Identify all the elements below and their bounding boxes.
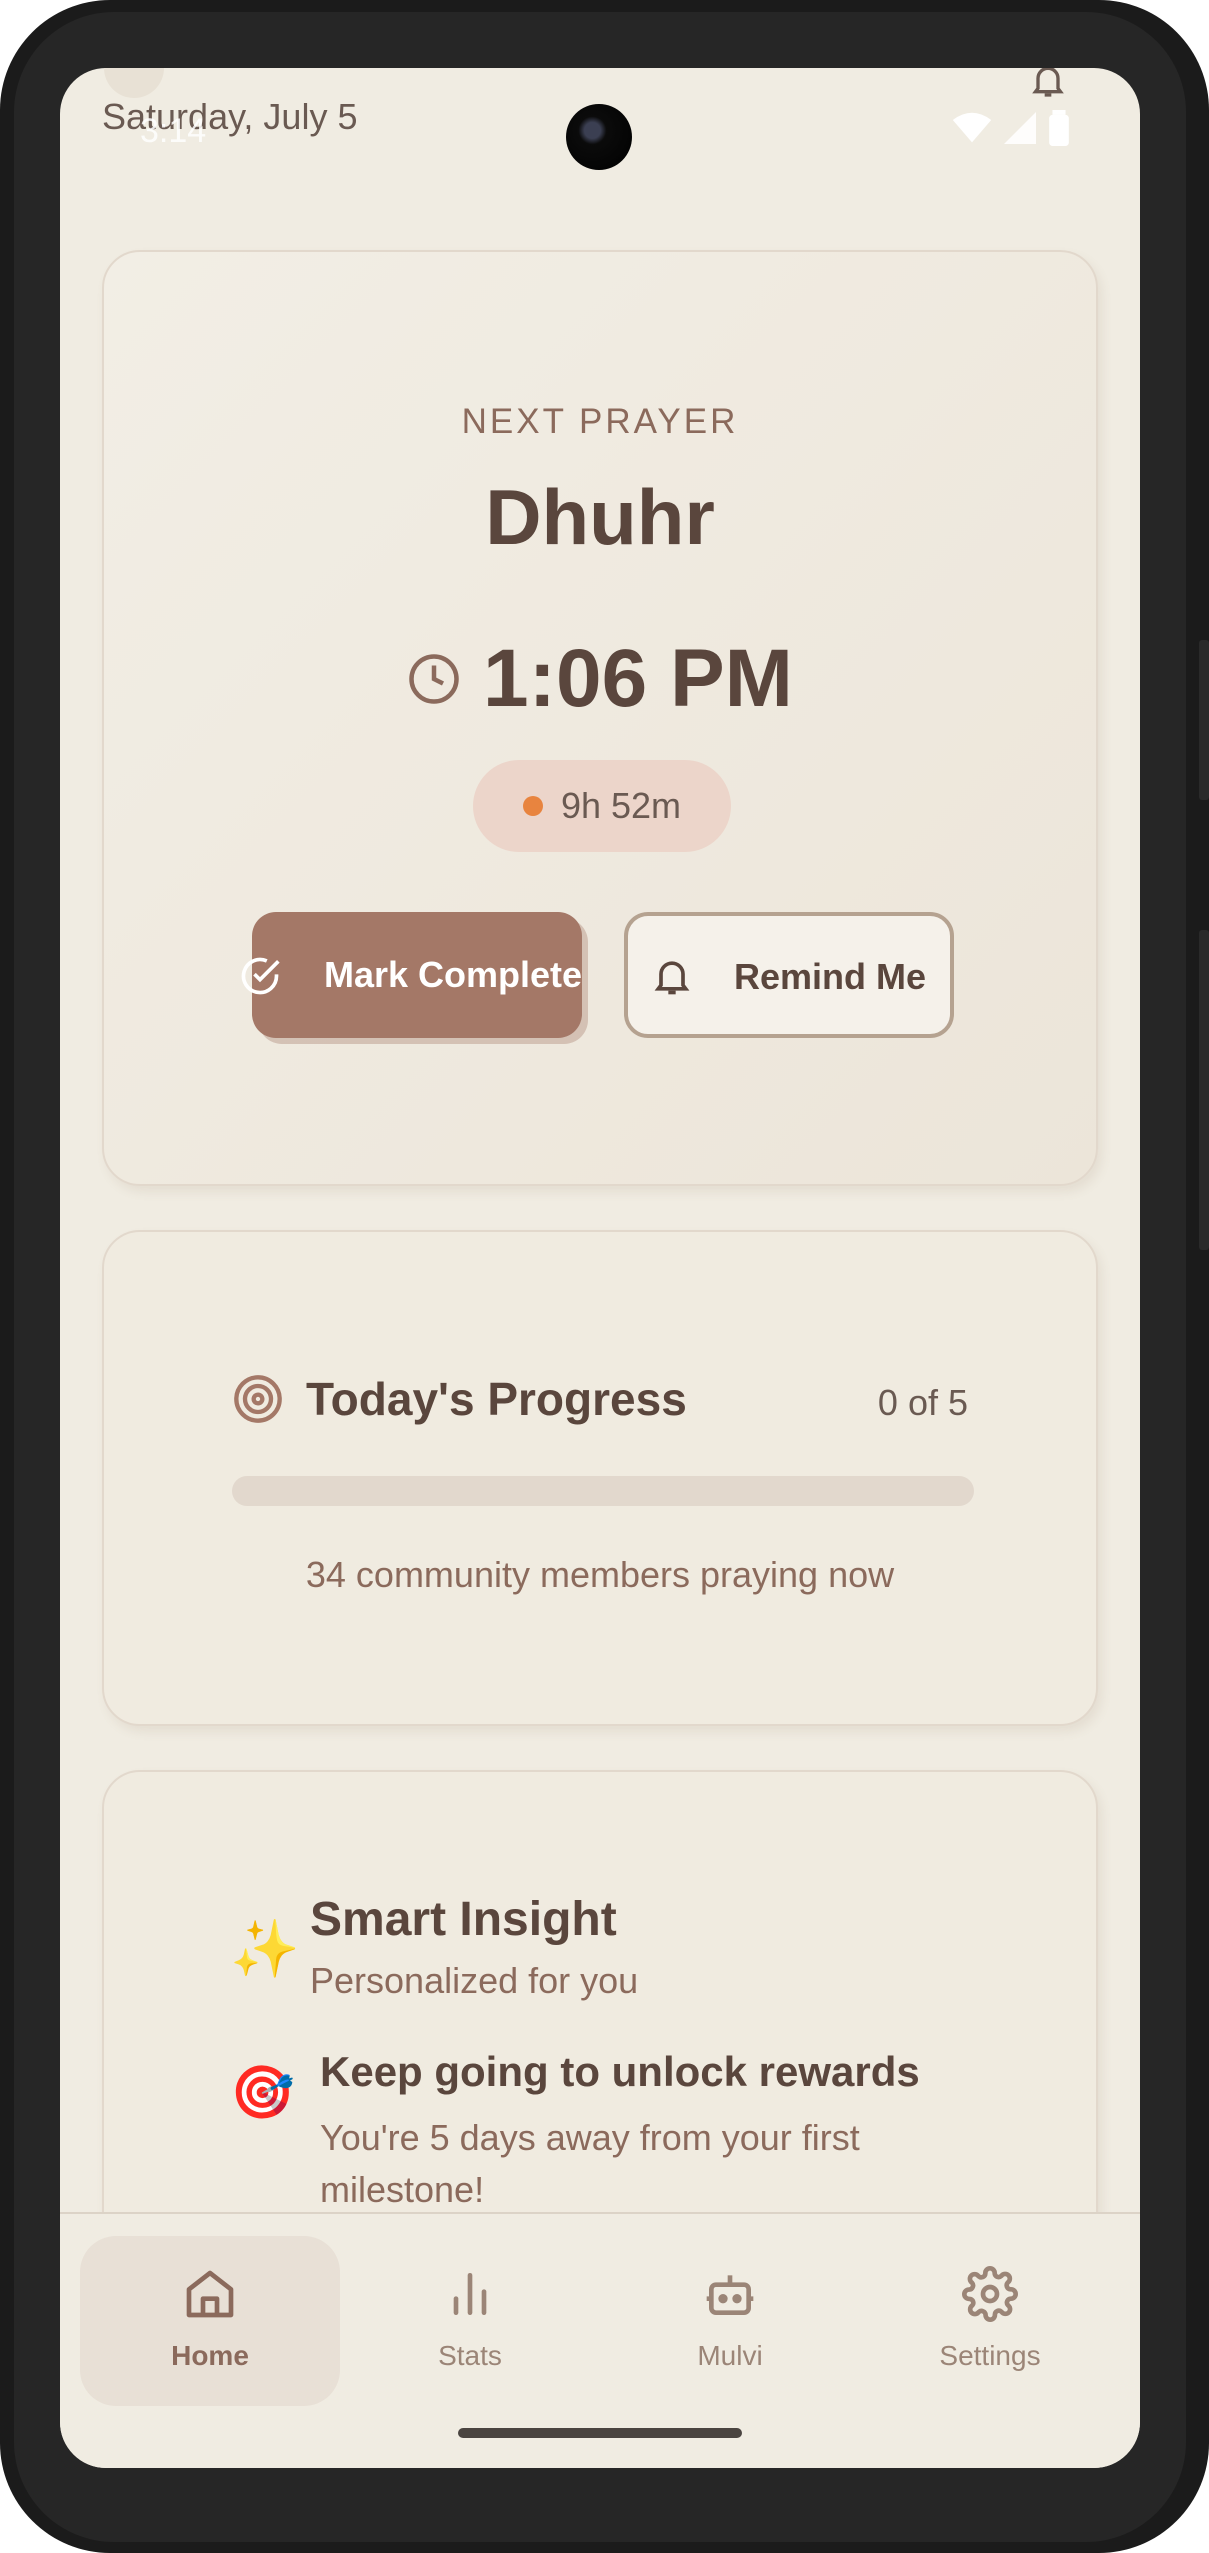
insight-subtitle: Personalized for you xyxy=(310,1960,639,2001)
progress-header: Today's Progress xyxy=(232,1372,687,1426)
wifi-icon xyxy=(952,112,992,143)
nav-item-stats[interactable]: Stats xyxy=(340,2236,600,2406)
gear-icon xyxy=(962,2266,1018,2322)
target-icon xyxy=(234,1375,282,1423)
progress-card: Today's Progress 0 of 5 34 community mem… xyxy=(102,1230,1098,1726)
camera-cutout xyxy=(566,104,632,170)
mark-complete-button[interactable]: Mark Complete xyxy=(241,912,583,1038)
tip-body: You're 5 days away from your first miles… xyxy=(320,2117,860,2210)
battery-icon xyxy=(1049,110,1069,146)
countdown-badge: 9h 52m xyxy=(473,760,731,852)
power-button xyxy=(1199,640,1209,800)
progress-title: Today's Progress xyxy=(306,1373,687,1425)
status-dot xyxy=(522,796,543,816)
avatar[interactable] xyxy=(104,68,164,98)
nav-item-settings[interactable]: Settings xyxy=(860,2236,1120,2406)
tip-title: Keep going to unlock rewards xyxy=(320,2048,920,2095)
nav-label-stats: Stats xyxy=(438,2340,502,2371)
insight-title: Smart Insight xyxy=(310,1893,617,1946)
remind-me-button[interactable]: Remind Me xyxy=(624,912,954,1038)
nav-item-home[interactable]: Home xyxy=(80,2236,340,2406)
prayer-name: Dhuhr xyxy=(485,473,715,561)
phone-frame: Saturday, July 5 3:14 NEXT PRAYER Dhuhr … xyxy=(0,0,1209,2553)
volume-button xyxy=(1199,930,1209,1250)
prayer-time-row: 1:06 PM xyxy=(104,632,1096,726)
notification-bell-icon[interactable] xyxy=(1028,68,1068,100)
next-prayer-card: NEXT PRAYER Dhuhr 1:06 PM 9h 52m Mark Co… xyxy=(102,250,1098,1186)
nav-label-mulvi: Mulvi xyxy=(697,2340,763,2371)
community-text: 34 community members praying now xyxy=(305,1554,895,1595)
robot-icon xyxy=(706,2275,754,2315)
clock-icon xyxy=(409,654,459,704)
home-indicator[interactable] xyxy=(458,2428,742,2438)
bullseye-icon: 🎯 xyxy=(230,2064,295,2122)
screen: Saturday, July 5 3:14 NEXT PRAYER Dhuhr … xyxy=(60,68,1140,2468)
countdown-text: 9h 52m xyxy=(560,785,682,826)
check-circle-icon xyxy=(241,957,280,995)
status-time: 3:14 xyxy=(140,112,207,150)
bell-icon xyxy=(654,961,690,995)
remind-me-label: Remind Me xyxy=(734,956,927,997)
sparkles-icon: ✨ xyxy=(230,1917,300,1980)
signal-icon xyxy=(1004,112,1036,144)
next-prayer-label: NEXT PRAYER xyxy=(461,402,739,441)
nav-label-home: Home xyxy=(171,2340,249,2371)
status-icons xyxy=(952,110,1070,146)
prayer-time: 1:06 PM xyxy=(483,633,793,724)
progress-count: 0 of 5 xyxy=(877,1382,968,1423)
nav-label-settings: Settings xyxy=(939,2340,1041,2371)
home-icon xyxy=(186,2270,234,2318)
stats-icon xyxy=(453,2273,487,2315)
nav-item-mulvi[interactable]: Mulvi xyxy=(600,2236,860,2406)
mark-complete-label: Mark Complete xyxy=(324,954,583,995)
progress-bar xyxy=(232,1476,974,1506)
